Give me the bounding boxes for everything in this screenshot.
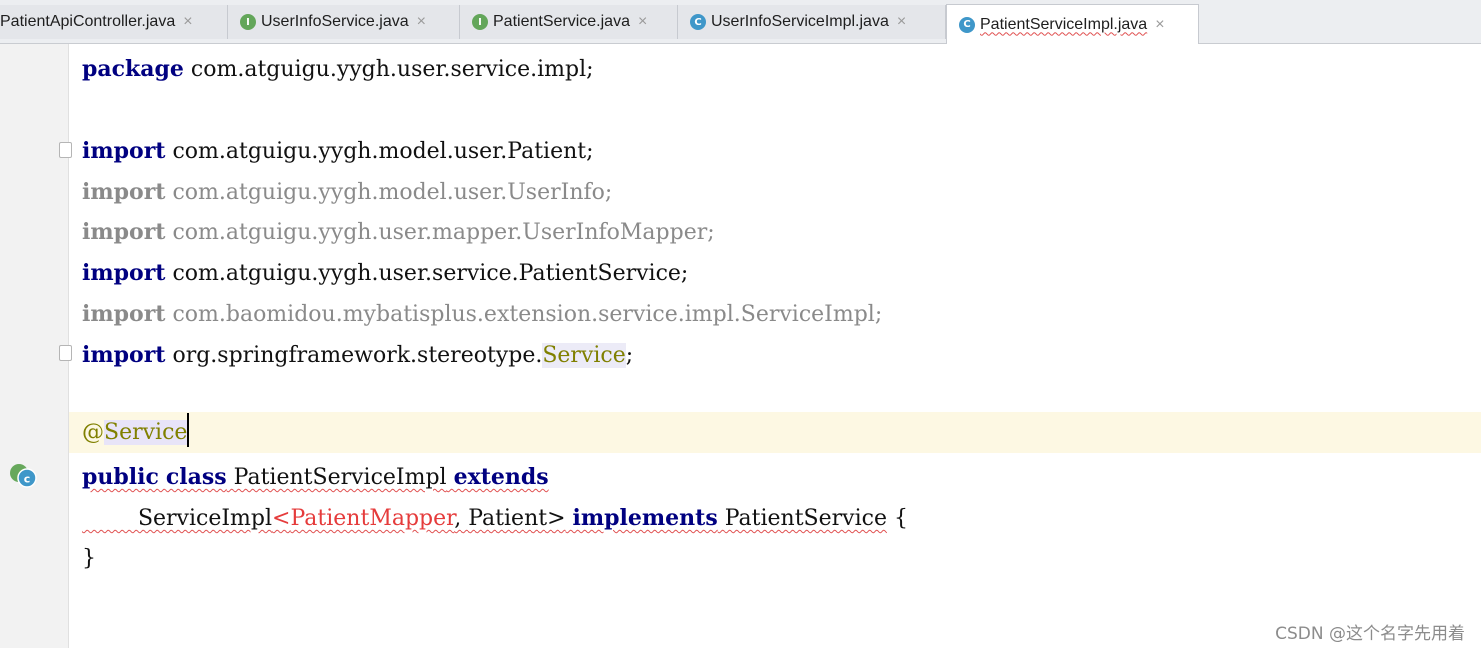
tab-label: PatientApiController.java — [0, 13, 176, 30]
code-line-import-service[interactable]: import org.springframework.stereotype.Se… — [82, 335, 633, 376]
close-icon[interactable]: × — [417, 13, 426, 31]
tab-patient-service-impl[interactable]: C PatientServiceImpl.java × — [946, 4, 1199, 44]
watermark: CSDN @这个名字先用着 — [1275, 624, 1465, 644]
tab-patient-api-controller[interactable]: PatientApiController.java × — [0, 5, 228, 39]
close-icon[interactable]: × — [183, 13, 192, 31]
code-line-closing-brace[interactable]: } — [82, 538, 96, 579]
tab-label: UserInfoService.java — [261, 13, 409, 30]
code-line-import-userinfomapper-unused[interactable]: import com.atguigu.yygh.user.mapper.User… — [82, 212, 715, 253]
tab-patient-service[interactable]: I PatientService.java × — [460, 5, 678, 39]
code-line-package[interactable]: package com.atguigu.yygh.user.service.im… — [82, 49, 594, 90]
tab-label: PatientService.java — [493, 13, 630, 30]
error-span: ServiceImpl<PatientMapper, Patient> impl… — [137, 505, 887, 531]
implementing-class-gutter-icon[interactable]: c — [8, 461, 38, 489]
interface-icon: I — [472, 14, 488, 30]
code-line-import-patient[interactable]: import com.atguigu.yygh.model.user.Patie… — [82, 131, 594, 172]
tab-label: UserInfoServiceImpl.java — [711, 13, 889, 30]
interface-icon: I — [240, 14, 256, 30]
class-icon: C — [959, 16, 975, 33]
tab-user-info-service-impl[interactable]: C UserInfoServiceImpl.java × — [678, 5, 946, 39]
code-line-import-patientservice[interactable]: import com.atguigu.yygh.user.service.Pat… — [82, 253, 688, 294]
close-icon[interactable]: × — [638, 13, 647, 31]
close-icon[interactable]: × — [897, 13, 906, 31]
code-line-class-declaration[interactable]: public class PatientServiceImpl extends — [82, 457, 549, 498]
class-icon: C — [690, 14, 706, 30]
code-line-import-serviceimpl-unused[interactable]: import com.baomidou.mybatisplus.extensio… — [82, 294, 882, 335]
current-line-highlight — [0, 412, 1481, 453]
tab-label: PatientServiceImpl.java — [980, 15, 1148, 33]
tab-user-info-service[interactable]: I UserInfoService.java × — [228, 5, 460, 39]
fold-marker-icon[interactable] — [59, 142, 72, 158]
code-line-service-annotation[interactable]: @Service — [82, 412, 190, 453]
code-line-class-extends[interactable]: ServiceImpl<PatientMapper, Patient> impl… — [82, 498, 908, 539]
text-caret — [187, 413, 190, 447]
close-icon[interactable]: × — [1155, 16, 1164, 34]
svg-text:c: c — [24, 473, 31, 486]
fold-marker-icon[interactable] — [59, 345, 72, 361]
code-line-import-userinfo-unused[interactable]: import com.atguigu.yygh.model.user.UserI… — [82, 172, 612, 213]
editor-tab-bar: PatientApiController.java × I UserInfoSe… — [0, 0, 1481, 44]
